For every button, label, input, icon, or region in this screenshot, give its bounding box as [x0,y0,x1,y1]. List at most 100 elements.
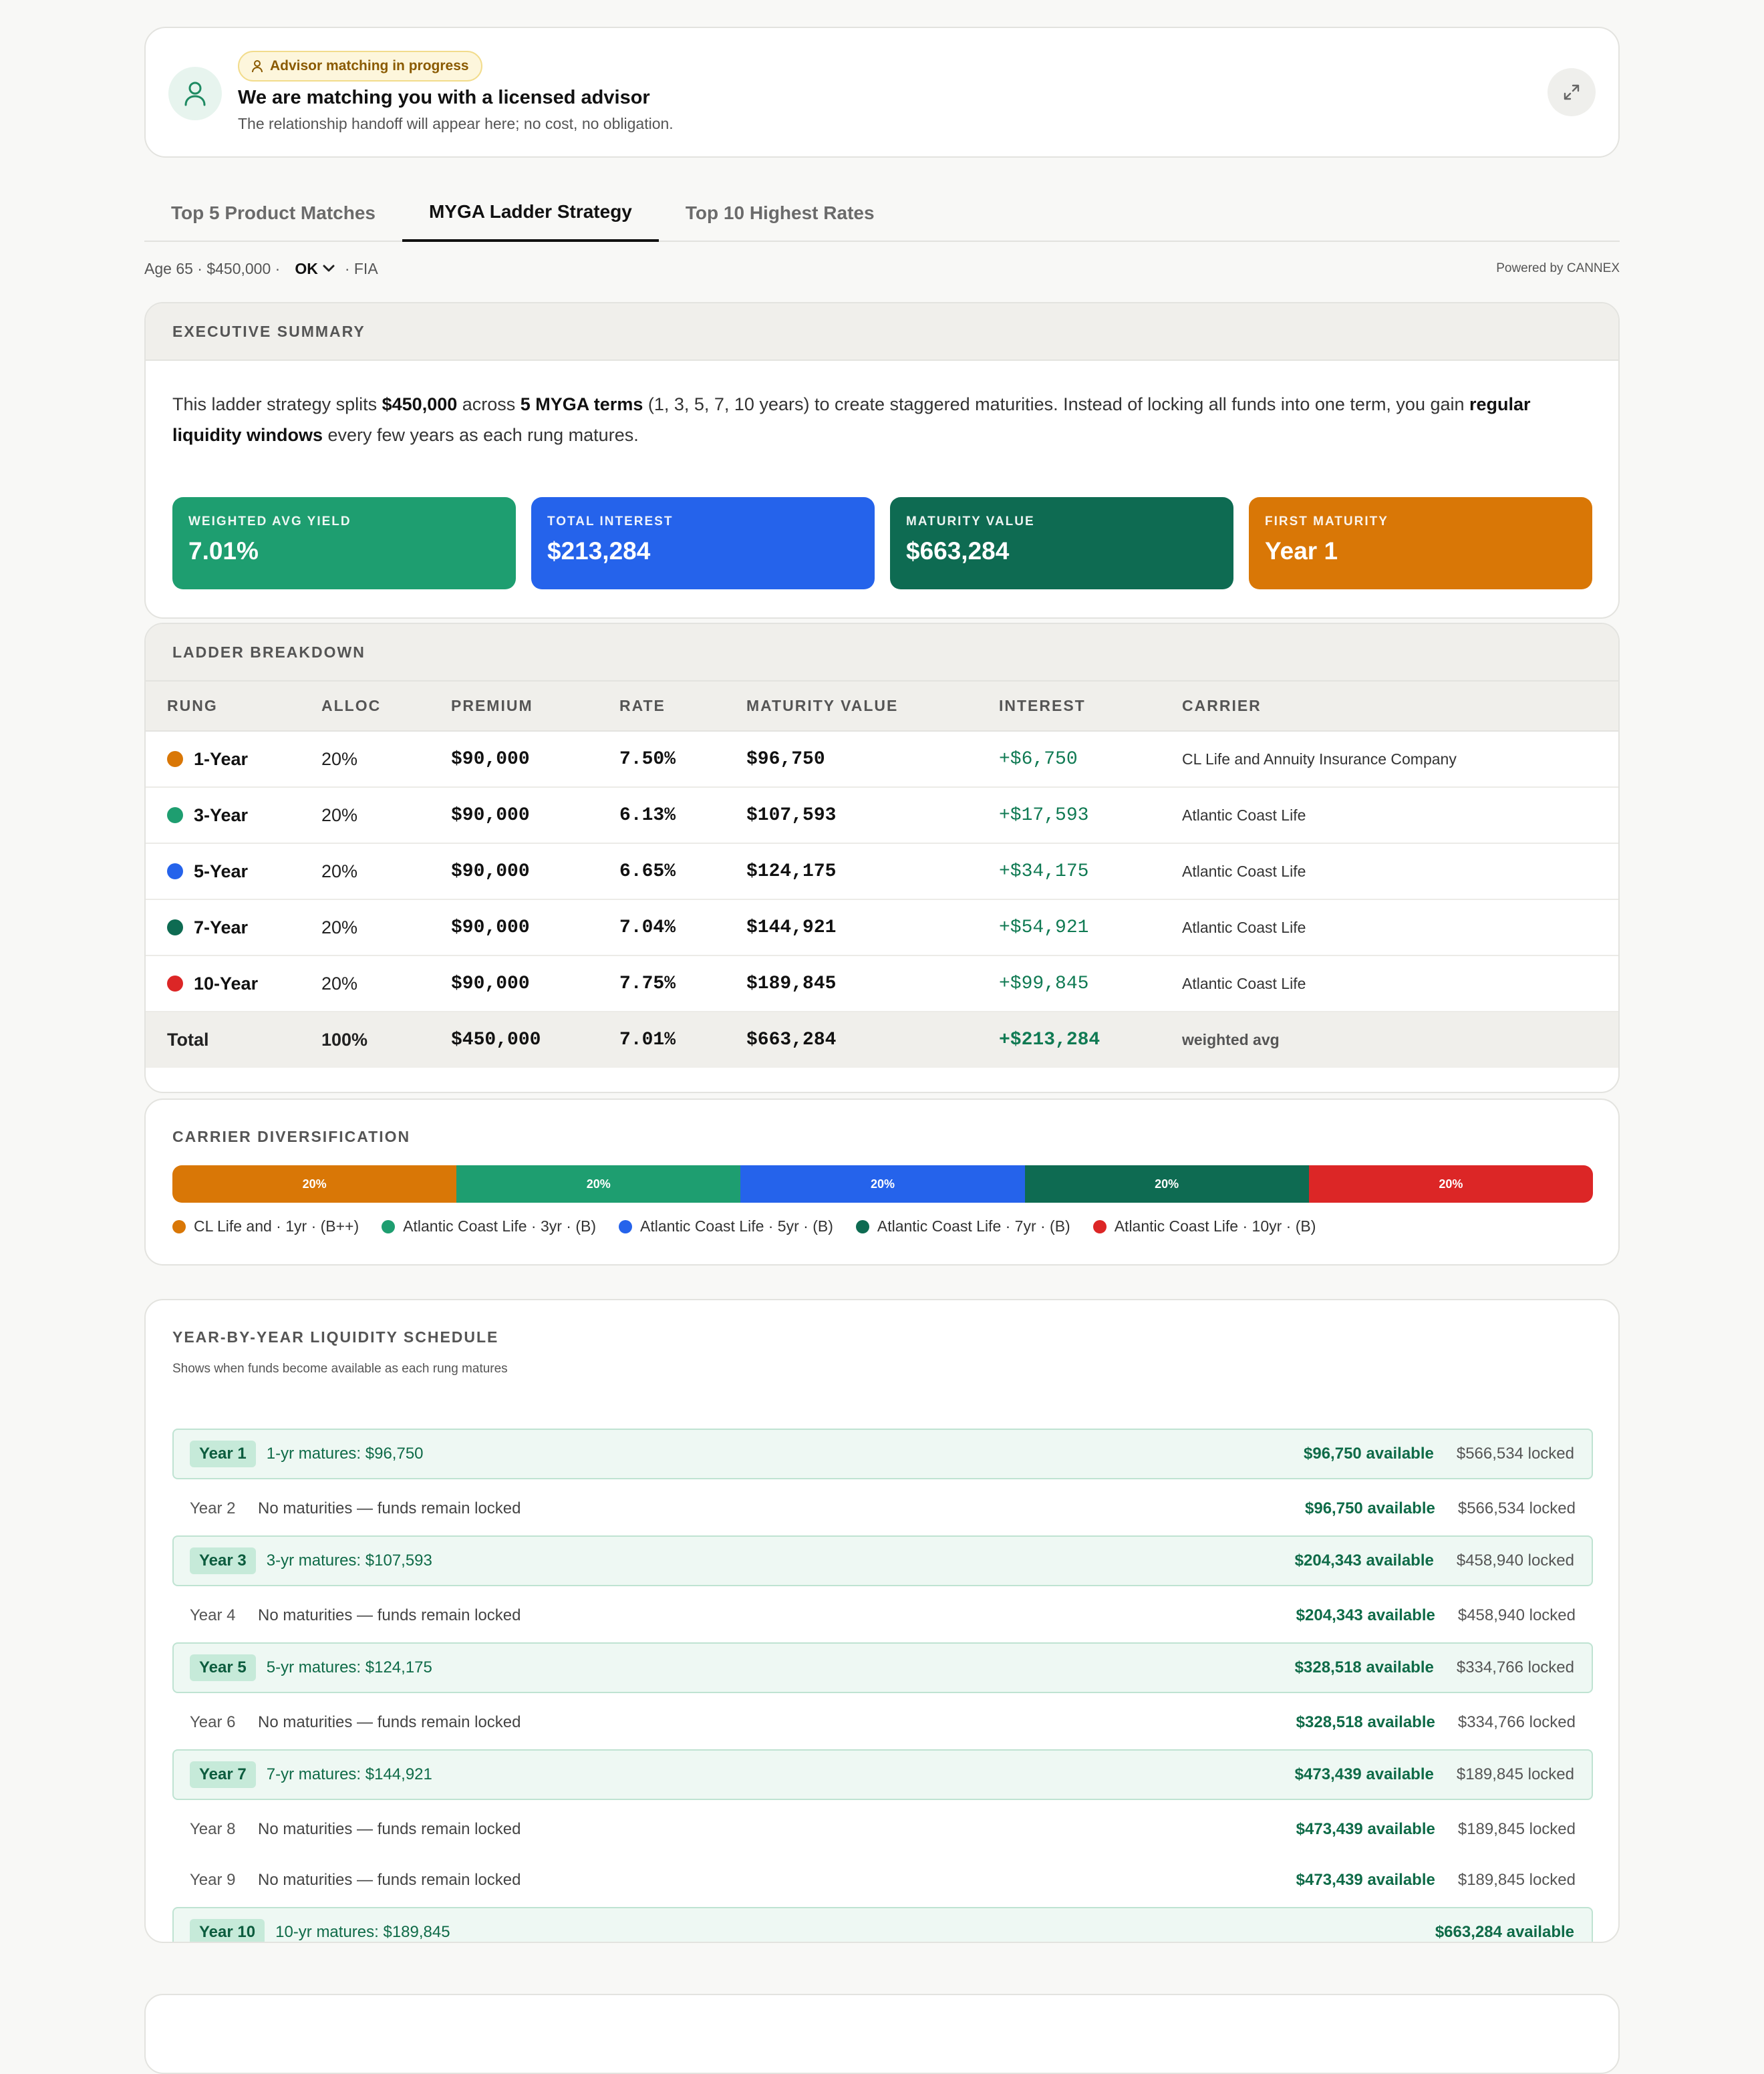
cell-maturity-value: $124,175 [746,843,999,900]
legend-item: Atlantic Coast Life · 3yr · (B) [382,1217,596,1235]
cell-carrier: Atlantic Coast Life [1182,787,1618,844]
locked-amount: $458,940 locked [1456,1551,1574,1570]
rung-name: 1-Year [194,748,249,769]
available-amount: $204,343 available [1294,1551,1434,1570]
tile-maturity-value: MATURITY VALUE $663,284 [890,497,1233,589]
legend-label: Atlantic Coast Life · 5yr · (B) [640,1217,833,1235]
rung-color-dot [167,863,183,879]
rung-color-dot [167,807,183,823]
diversification-bar: 20% 20% 20% 20% 20% [172,1165,1593,1203]
cell-carrier: Atlantic Coast Life [1182,899,1618,956]
rung-label: 5-Year [167,861,321,882]
cell-premium: $90,000 [451,731,619,788]
table-row: 3-Year 20% $90,000 6.13% $107,593 +$17,593 Atl… [146,787,1618,844]
tile-value: Year 1 [1265,537,1338,565]
row-description: No maturities — funds remain locked [258,1499,521,1517]
locked-amount: $189,845 locked [1456,1765,1574,1783]
year-badge: Year 3 [190,1547,256,1574]
locked-amount: $189,845 locked [1457,1820,1576,1838]
tab-top-10-highest-rates[interactable]: Top 10 Highest Rates [659,184,901,242]
executive-summary-card: EXECUTIVE SUMMARY This ladder strategy s… [144,302,1620,619]
cell-alloc: 20% [321,787,451,844]
expand-button[interactable] [1548,68,1596,116]
available-amount: $663,284 available [1435,1923,1574,1941]
row-description: No maturities — funds remain locked [258,1820,521,1838]
tile-value: $213,284 [547,537,651,565]
legend-color-dot [172,1219,186,1233]
available-amount: $328,518 available [1296,1713,1435,1731]
rung-name: 7-Year [194,917,249,937]
liquidity-schedule-heading: YEAR-BY-YEAR LIQUIDITY SCHEDULE [172,1328,499,1346]
person-icon [252,60,263,73]
ladder-breakdown-card: LADDER BREAKDOWN RUNG ALLOC PREMIUM RATE… [144,623,1620,1093]
year-badge: Year 5 [190,1654,256,1681]
tab-top-5-product-matches[interactable]: Top 5 Product Matches [144,184,402,242]
liquidity-schedule-subheading: Shows when funds become available as eac… [172,1362,508,1376]
column-header-rung: RUNG [146,682,321,732]
cell-rate: 7.04% [619,899,746,956]
year-label: Year 2 [190,1499,236,1517]
tile-total-interest: TOTAL INTEREST $213,284 [531,497,875,589]
cell-interest: +$54,921 [999,899,1182,956]
legend-color-dot [382,1219,396,1233]
liquidity-row: Year 6 No maturities — funds remain locke… [172,1697,1593,1748]
maturity-row: Year 10 10-yr matures: $189,845 $663,284 a… [172,1907,1593,1942]
legend-color-dot [1092,1219,1107,1233]
advisor-banner: Advisor matching in progress We are matc… [144,27,1620,158]
available-amount: $473,439 available [1296,1820,1435,1838]
rung-label: 1-Year [167,749,321,770]
locked-amount: $334,766 locked [1457,1713,1576,1731]
cell-carrier: Atlantic Coast Life [1182,843,1618,900]
cell-alloc: 20% [321,843,451,900]
column-header-carrier: CARRIER [1182,682,1618,732]
cell-maturity-value: $107,593 [746,787,999,844]
rung-label: 7-Year [167,917,321,938]
cell-rate: 7.50% [619,731,746,788]
cell-alloc: 20% [321,899,451,956]
diversification-legend: CL Life and · 1yr · (B++) Atlantic Coast … [172,1217,1316,1235]
expand-icon [1564,84,1580,100]
table-row: 5-Year 20% $90,000 6.65% $124,175 +$34,175 Atl… [146,843,1618,900]
filter-bar: Age 65 · $450,000 · OK · FIA Powered by … [144,255,1620,282]
column-header-maturity-value: MATURITY VALUE [746,682,999,732]
table-row: 1-Year 20% $90,000 7.50% $96,750 +$6,750 CL Li… [146,731,1618,788]
carrier-diversification-heading: CARRIER DIVERSIFICATION [172,1128,411,1145]
column-header-alloc: ALLOC [321,682,451,732]
locked-amount: $189,845 locked [1457,1871,1576,1889]
legend-item: CL Life and · 1yr · (B++) [172,1217,359,1235]
liquidity-schedule-card: YEAR-BY-YEAR LIQUIDITY SCHEDULE Shows wh… [144,1299,1620,1943]
cell-rung: 7-Year [146,899,321,956]
maturity-row: Year 3 3-yr matures: $107,593 $204,343 ava… [172,1535,1593,1586]
column-header-interest: INTEREST [999,682,1182,732]
maturity-description: 1-yr matures: $96,750 [266,1445,424,1463]
year-label: Year 4 [190,1606,236,1624]
cell-alloc: 100% [321,1012,451,1068]
table-header-row: RUNG ALLOC PREMIUM RATE MATURITY VALUE I… [146,682,1618,732]
locked-amount: $566,534 locked [1457,1499,1576,1517]
cell-rung: 5-Year [146,843,321,900]
tab-myga-ladder-strategy[interactable]: MYGA Ladder Strategy [402,184,659,242]
cell-maturity-value: $663,284 [746,1012,999,1068]
product-type: · FIA [344,259,378,277]
user-icon [168,67,222,120]
year-label: Year 9 [190,1871,236,1889]
ladder-breakdown-heading: LADDER BREAKDOWN [146,624,1618,682]
cell-carrier: weighted avg [1182,1012,1618,1068]
diversification-segment: 20% [1024,1165,1309,1203]
tile-label: MATURITY VALUE [906,514,1035,529]
cell-premium: $90,000 [451,787,619,844]
legend-label: Atlantic Coast Life · 10yr · (B) [1114,1217,1316,1235]
rung-label: 3-Year [167,805,321,826]
chevron-down-icon[interactable] [322,264,335,273]
executive-summary-text: This ladder strategy splits $450,000 acr… [172,394,1531,445]
cell-maturity-value: $144,921 [746,899,999,956]
tile-label: TOTAL INTEREST [547,514,674,529]
cell-carrier: Atlantic Coast Life [1182,955,1618,1012]
maturity-row: Year 5 5-yr matures: $124,175 $328,518 ava… [172,1642,1593,1693]
cell-maturity-value: $96,750 [746,731,999,788]
state-select[interactable]: OK [295,260,318,278]
page: Advisor matching in progress We are matc… [144,27,1620,2074]
carrier-diversification-card: CARRIER DIVERSIFICATION 20% 20% 20% 20% 20% … [144,1098,1620,1266]
cell-rung: 1-Year [146,731,321,788]
next-section-card [144,1994,1620,2074]
